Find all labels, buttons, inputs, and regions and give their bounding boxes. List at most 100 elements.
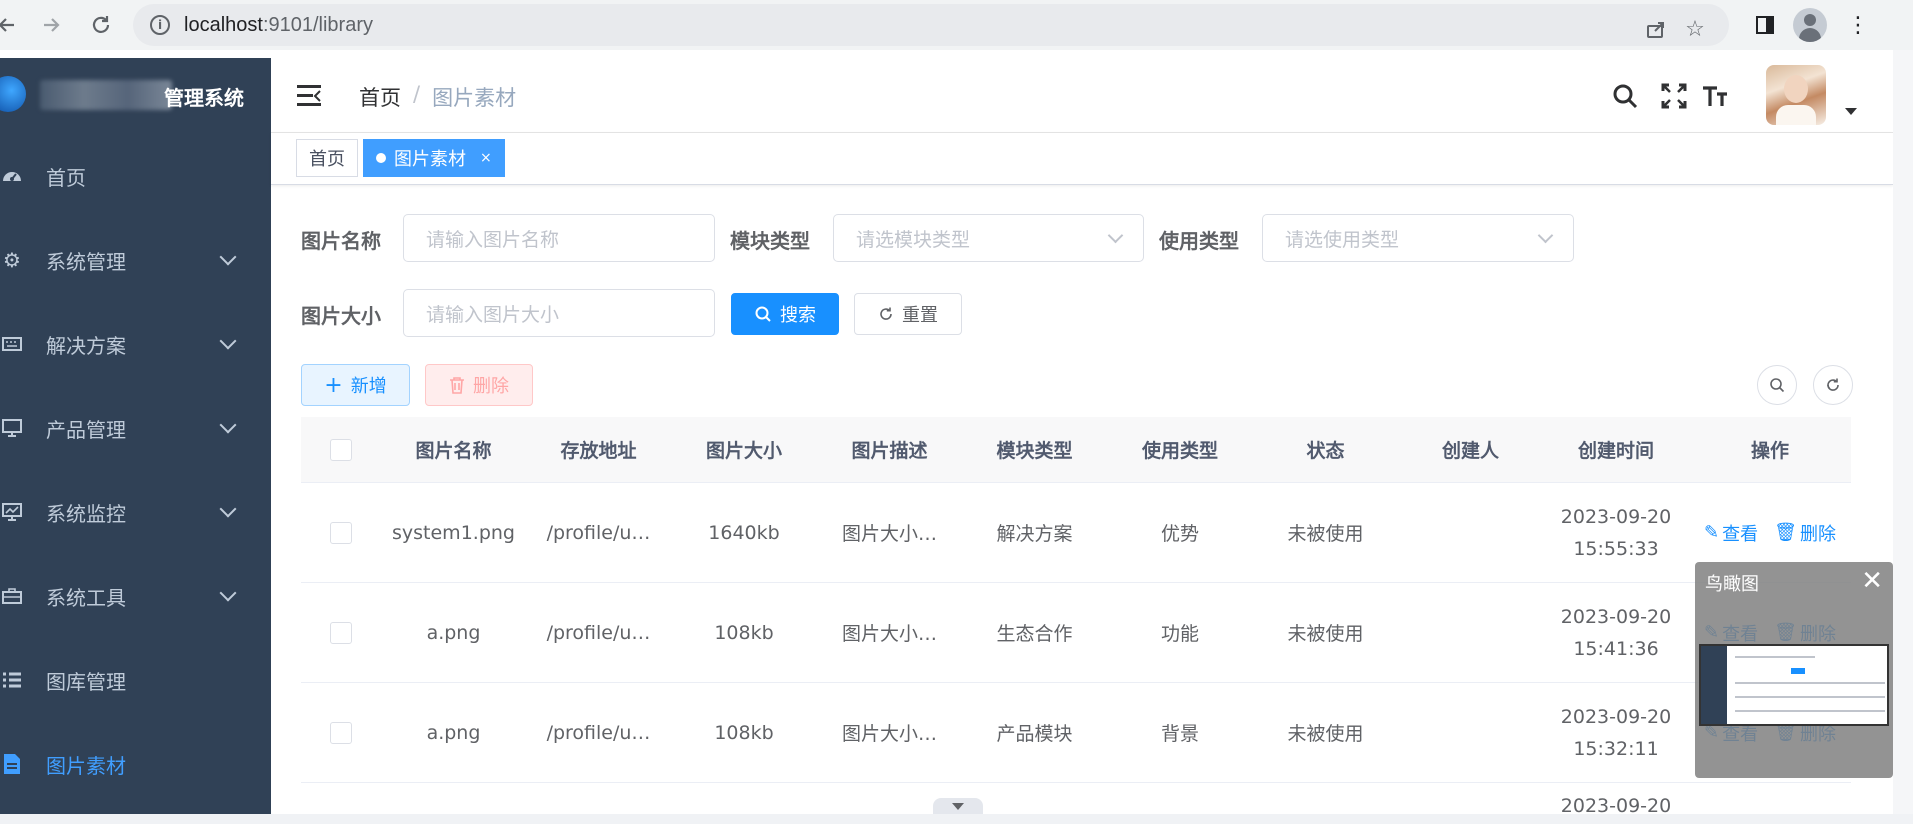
bookmark-star-icon[interactable]: ☆ [1682,16,1708,42]
column-header[interactable]: 图片名称 [381,417,526,482]
image-name-input[interactable]: 请输入图片名称 [403,214,715,262]
sidebar-item-label: 首页 [46,165,86,190]
plus-icon: + [324,372,343,398]
column-header[interactable]: 存放地址 [526,417,671,482]
select-all-checkbox[interactable] [330,438,352,461]
placeholder: 请输入图片大小 [426,303,560,326]
close-icon[interactable]: × [480,150,492,166]
table-row[interactable]: a.png /profile/u… 108kb 图片大小… 产品模块 背景 未被… [301,683,1851,783]
column-header[interactable]: 创建时间 [1543,417,1689,482]
reload-icon[interactable] [88,12,114,38]
sidebar-item-label: 图片素材 [46,753,126,778]
delete-label: 删除 [1799,523,1836,545]
minimap-title: 鸟瞰图 [1705,574,1759,595]
sidebar-item-gallery[interactable]: 图库管理 [0,638,271,722]
minimap-panel[interactable]: 鸟瞰图 ✕ [1695,562,1893,778]
close-icon[interactable]: ✕ [1861,566,1883,596]
delete-button[interactable]: 删除 [425,364,533,406]
scroll-down-icon[interactable] [933,798,983,814]
minimap-line [1735,696,1885,698]
site-info-icon[interactable]: i [150,15,170,35]
list-icon [0,668,24,692]
sidebar-item-label: 系统工具 [46,585,126,610]
sidebar-item-image-assets[interactable]: 图片素材 [0,722,271,806]
placeholder: 请输入图片名称 [426,228,560,251]
font-size-icon[interactable] [1699,80,1731,112]
tags-view: 首页 图片素材 × [271,133,1893,185]
created-date: 2023-09-20 [1560,705,1672,728]
breadcrumb-home[interactable]: 首页 [359,82,401,112]
sidebar-item-products[interactable]: 产品管理 [0,386,271,470]
keyboard-icon [0,332,24,356]
sidebar-item-home[interactable]: 首页 [0,134,271,218]
search-button[interactable]: 搜索 [731,293,839,335]
image-size-input[interactable]: 请输入图片大小 [403,289,715,337]
view-label: 查看 [1722,523,1759,545]
view-link[interactable]: ✎查看 [1704,520,1758,546]
placeholder: 请选使用类型 [1285,228,1400,251]
minimap-viewport[interactable] [1699,644,1889,726]
search-icon[interactable] [1609,80,1641,112]
active-dot-icon [376,153,386,163]
cell-creator [1398,483,1543,582]
image-table: 图片名称 存放地址 图片大小 图片描述 模块类型 使用类型 状态 创建人 创建时… [301,417,1851,813]
gear-icon: ⚙ [3,248,21,272]
row-checkbox[interactable] [330,721,352,744]
add-button[interactable]: + 新增 [301,364,410,406]
add-button-label: 新增 [350,376,387,397]
browser-menu-icon[interactable]: ⋮ [1845,12,1871,38]
right-gutter [1893,50,1913,824]
delete-button-label: 删除 [473,376,509,397]
row-checkbox[interactable] [330,621,352,644]
reset-button[interactable]: 重置 [854,293,962,335]
table-row[interactable]: system1.png /profile/u… 1640kb 图片大小… 解决方… [301,483,1851,583]
search-icon [1770,378,1785,393]
address-bar[interactable]: i localhost:9101/library ☆ [133,4,1729,46]
column-header[interactable]: 状态 [1253,417,1398,482]
column-header[interactable]: 创建人 [1398,417,1543,482]
toggle-search-button[interactable] [1757,365,1797,405]
tag-image-assets[interactable]: 图片素材 × [363,139,505,177]
search-button-label: 搜索 [780,305,816,326]
column-header[interactable]: 模块类型 [962,417,1107,482]
back-icon[interactable] [0,12,20,38]
usage-type-select[interactable]: 请选使用类型 [1262,214,1574,262]
delete-link[interactable]: 🗑删除 [1774,520,1836,546]
table-row[interactable]: a.png /profile/u… 108kb 图片大小… 生态合作 功能 未被… [301,583,1851,683]
usage-type-label: 使用类型 [1159,229,1239,253]
row-checkbox[interactable] [330,521,352,544]
blurred-brand-name [40,80,172,110]
column-header[interactable]: 使用类型 [1107,417,1253,482]
cell-module: 生态合作 [996,623,1073,645]
cell-status: 未被使用 [1287,723,1364,745]
row-select-cell [301,583,381,682]
sidebar-item-solutions[interactable]: 解决方案 [0,302,271,386]
cell-desc: 图片大小… [841,723,937,745]
tag-label: 首页 [309,149,345,170]
browser-profile-icon[interactable] [1793,8,1827,42]
column-header[interactable]: 图片大小 [671,417,817,482]
tag-home[interactable]: 首页 [296,139,358,177]
hamburger-icon[interactable] [297,85,321,107]
url-host: localhost [184,13,263,36]
side-panel-icon[interactable] [1752,12,1778,38]
fullscreen-icon[interactable] [1658,80,1690,112]
sidebar-item-tools[interactable]: 系统工具 [0,554,271,638]
column-header[interactable]: 图片描述 [817,417,962,482]
cell-size: 108kb [714,621,774,644]
share-icon[interactable] [1643,16,1669,42]
caret-down-icon[interactable] [1845,108,1857,115]
sidebar-item-monitor[interactable]: 系统监控 [0,470,271,554]
placeholder: 请选模块类型 [856,228,971,251]
table-row-partial[interactable]: 2023-09-20 [301,783,1851,813]
module-type-select[interactable]: 请选模块类型 [833,214,1144,262]
sidebar-logo[interactable]: 管理系统 [0,58,271,134]
reset-button-label: 重置 [902,305,938,326]
cell-usage: 功能 [1160,623,1199,645]
sidebar-item-system[interactable]: ⚙ 系统管理 [0,218,271,302]
breadcrumb-current: 图片素材 [432,86,517,110]
avatar[interactable] [1766,65,1826,125]
url-path: :9101/library [262,13,373,36]
refresh-table-button[interactable] [1813,365,1853,405]
forward-icon[interactable] [38,12,64,38]
